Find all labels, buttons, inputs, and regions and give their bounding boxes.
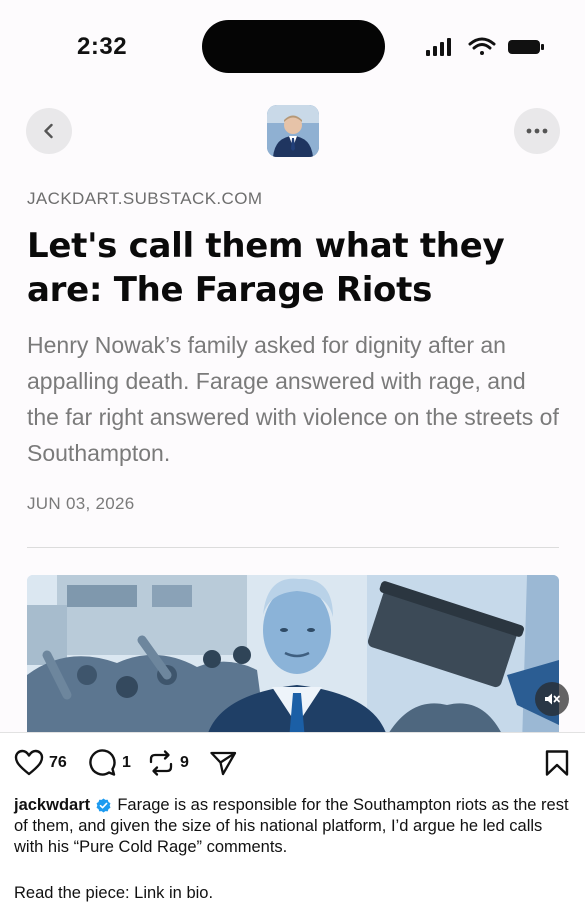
post-actions-bar: 76 1 9: [0, 745, 585, 781]
article-hero-image: [27, 575, 559, 732]
article-subtitle: Henry Nowak’s family asked for dignity a…: [27, 332, 559, 466]
verified-badge-icon: [96, 798, 111, 813]
heart-icon: [14, 749, 44, 776]
repost-count: 9: [180, 754, 189, 771]
signal-icon: [426, 38, 451, 56]
bookmark-icon: [545, 750, 569, 776]
battery-icon: [508, 40, 544, 54]
like-count: 76: [49, 754, 67, 771]
dynamic-island: [202, 20, 385, 73]
article-headline: Let's call them what they are: The Farag…: [27, 226, 505, 310]
post-media-screenshot: 2:32 JACKDART.SUBSTACK.COM Let's call th…: [0, 0, 585, 733]
back-button[interactable]: [26, 108, 72, 154]
publication-avatar[interactable]: [267, 105, 319, 157]
more-options-button[interactable]: [514, 108, 560, 154]
chevron-left-icon: [44, 123, 53, 139]
comment-bubble-icon: [89, 749, 116, 776]
speaker-muted-icon: [545, 693, 560, 705]
article-date: JUN 03, 2026: [27, 494, 135, 513]
comment-count: 1: [122, 754, 131, 771]
bookmark-button[interactable]: [544, 749, 570, 777]
mute-toggle-button[interactable]: [535, 682, 569, 716]
status-icons: [426, 37, 544, 56]
share-button[interactable]: [209, 749, 237, 777]
wifi-icon: [468, 37, 496, 55]
send-icon: [210, 751, 237, 776]
more-horizontal-icon: [526, 128, 548, 134]
username-link[interactable]: jackwdart: [14, 796, 90, 814]
article-source: JACKDART.SUBSTACK.COM: [27, 189, 263, 208]
like-button[interactable]: 76: [14, 749, 67, 777]
status-time: 2:32: [77, 33, 128, 60]
repost-button[interactable]: 9: [147, 749, 189, 777]
comment-button[interactable]: 1: [87, 749, 131, 777]
divider: [27, 547, 559, 548]
caption-link-line: Read the piece: Link in bio.: [14, 884, 214, 902]
post-caption: jackwdart Farage is as responsible for t…: [14, 795, 574, 858]
repost-icon: [149, 750, 173, 776]
